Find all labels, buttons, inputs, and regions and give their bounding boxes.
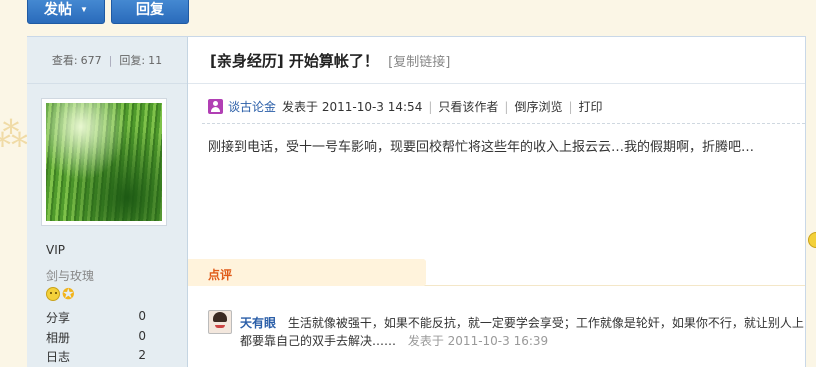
profile-value: 0 — [138, 309, 146, 323]
views-count: 677 — [80, 53, 102, 67]
replies-label: 回复: — [119, 54, 146, 67]
profile-value: 2 — [138, 348, 146, 362]
comment-section-header: 点评 — [188, 259, 426, 286]
divider: | — [504, 99, 509, 114]
new-post-label: 发帖 — [44, 1, 73, 17]
meta-divider — [202, 123, 805, 124]
user-nickname: 剑与玫瑰 — [46, 269, 95, 283]
title-divider — [188, 83, 805, 84]
post-time: 发表于 2011-10-3 14:54 — [282, 100, 423, 114]
divider: | — [428, 99, 433, 114]
post-body: 刚接到电话，受十一号车影响，现要回校帮忙将这些年的收入上报云云…我的假期啊，折腾… — [208, 140, 755, 155]
avatar-image — [46, 103, 162, 221]
comment-item: 天有眼 生活就像被强干，如果不能反抗，就一定要学会享受；工作就像是轮奸，如果你不… — [240, 314, 804, 331]
reverse-order-link[interactable]: 倒序浏览 — [514, 98, 562, 115]
thread-stats: 查看: 677 | 回复: 11 — [27, 37, 187, 84]
star-icon: ✪ — [62, 285, 75, 303]
comment-section-title: 点评 — [208, 268, 233, 282]
chevron-down-icon: ▼ — [80, 4, 88, 14]
user-icon — [208, 99, 223, 114]
float-smiley-icon[interactable] — [808, 232, 816, 248]
views-label: 查看: — [51, 54, 78, 67]
smiley-icon — [46, 287, 60, 301]
post-panel: 查看: 677 | 回复: 11 VIP 剑与玫瑰 ✪ 分享 0 相册 0 日志… — [27, 36, 806, 367]
user-rank-icons: ✪ — [46, 285, 75, 303]
commenter-name[interactable]: 天有眼 — [240, 316, 276, 330]
reply-button[interactable]: 回复 — [111, 0, 189, 24]
only-author-link[interactable]: 只看该作者 — [438, 98, 498, 115]
commenter-avatar[interactable] — [208, 310, 232, 334]
avatar[interactable] — [41, 98, 167, 226]
profile-label: 日志 — [46, 350, 71, 364]
replies-count: 11 — [148, 53, 163, 67]
comment-text-continued: 都要靠自己的双手去解决…… — [240, 334, 397, 348]
comment-time: 发表于 2011-10-3 16:39 — [407, 334, 549, 348]
copy-link[interactable]: [复制链接] — [388, 55, 450, 70]
page-title: [亲身经历] 开始算帐了！ [复制链接] — [210, 50, 450, 71]
comment-item-continued: 都要靠自己的双手去解决…… 发表于 2011-10-3 16:39 — [240, 332, 548, 349]
profile-value: 0 — [138, 329, 146, 343]
stats-divider: | — [108, 53, 113, 67]
new-post-button[interactable]: 发帖 ▼ — [27, 0, 105, 24]
thread-title-text: [亲身经历] 开始算帐了！ — [210, 52, 379, 70]
user-group: VIP — [46, 243, 65, 257]
reply-label: 回复 — [136, 1, 164, 17]
post-meta: 谈古论金 发表于 2011-10-3 14:54 | 只看该作者 | 倒序浏览 … — [208, 98, 603, 115]
profile-row-share[interactable]: 分享 0 — [46, 309, 146, 326]
profile-row-blog[interactable]: 日志 2 — [46, 348, 146, 365]
post-author-link[interactable]: 谈古论金 — [228, 98, 276, 115]
profile-label: 分享 — [46, 311, 71, 325]
background-decoration: ⁂ — [0, 115, 28, 155]
comment-text: 生活就像被强干，如果不能反抗，就一定要学会享受；工作就像是轮奸，如果你不行，就让… — [287, 316, 804, 330]
author-sidebar: 查看: 677 | 回复: 11 VIP 剑与玫瑰 ✪ 分享 0 相册 0 日志… — [27, 37, 188, 367]
profile-label: 相册 — [46, 331, 71, 345]
print-link[interactable]: 打印 — [579, 98, 603, 115]
profile-row-album[interactable]: 相册 0 — [46, 329, 146, 346]
divider: | — [568, 99, 573, 114]
